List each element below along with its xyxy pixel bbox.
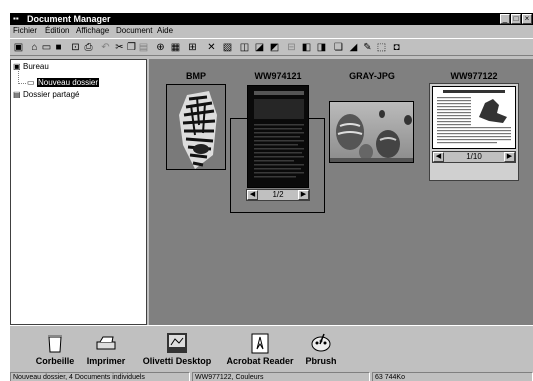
application-dock: Corbeille Imprimer Olivetti Desktop Acro… [10,325,533,372]
dock-pbrush[interactable]: Pbrush [301,326,341,373]
next-page-button[interactable]: ▶ [504,152,515,162]
copy-icon[interactable]: ❐ [126,42,137,53]
status-folder-info: Nouveau dossier, 4 Documents individuels [10,372,190,381]
document-manager-window: ▪▪ Document Manager _ □ × Fichier Éditio… [10,13,533,381]
shared-folder-icon: ▤ [13,90,21,99]
window-title: Document Manager [27,14,111,24]
toolbar: ▣ ⌂ ▭ ■ ⊡ ⎙ ↶ ✂ ❐ ▤ ⊕ ▦ ⊞ ✕ ▧ ◫ ◪ ◩ ⊟ ◧ … [10,38,533,56]
print-icon[interactable]: ⎙ [83,42,94,53]
page-navigator: ◀ 1/10 ▶ [432,151,516,163]
dock-corbeille[interactable]: Corbeille [30,326,80,373]
maximize-button[interactable]: □ [511,14,521,24]
dock-imprimer[interactable]: Imprimer [83,326,129,373]
properties-icon[interactable]: ▧ [222,42,233,53]
stamp-icon[interactable]: ⬚ [376,42,387,53]
document-gray-jpg[interactable]: GRAY-JPG [327,71,417,171]
dock-label: Corbeille [35,356,75,366]
dock-acrobat-reader[interactable]: Acrobat Reader [222,326,298,373]
minimize-button[interactable]: _ [500,14,510,24]
view-grid-icon[interactable]: ⊞ [187,42,198,53]
document-ww977122[interactable]: WW977122 ◀ 1/10 ▶ [428,71,520,186]
tree-item-dossier-partage[interactable]: ▤ Dossier partagé [13,90,79,100]
menu-edition[interactable]: Édition [45,25,69,37]
document-ww974121[interactable]: WW974121 ◀ 1/2 ▶ [238,71,318,211]
status-document-info: WW977122, Couleurs [192,372,370,381]
status-size: 63 744Ko [372,372,533,381]
delete-icon[interactable]: ✕ [206,42,217,53]
document-bmp[interactable]: BMP [164,71,228,186]
annotate-icon[interactable]: ◢ [348,42,359,53]
open-icon[interactable]: ⌂ [29,42,40,53]
page-indicator: 1/10 [466,152,482,161]
dock-label: Imprimer [86,356,126,366]
title-bar[interactable]: ▪▪ Document Manager _ □ × [10,13,533,25]
status-bar: Nouveau dossier, 4 Documents individuels… [10,372,533,381]
tree-item-label: Bureau [23,62,49,71]
page-prev-icon[interactable]: ◫ [239,42,250,53]
tree-item-label: Nouveau dossier [37,78,100,87]
scan-icon[interactable]: ⊡ [70,42,81,53]
view-list-icon[interactable]: ▦ [170,42,181,53]
page-next-icon[interactable]: ◪ [254,42,265,53]
page-merge-icon[interactable]: ◨ [316,42,327,53]
folder-tree[interactable]: ▣ Bureau ▭ Nouveau dossier ▤ Dossier partag… [10,59,147,325]
page-split-icon[interactable]: ◧ [301,42,312,53]
page-copy-icon[interactable]: ❏ [333,42,344,53]
menu-affichage[interactable]: Affichage [76,25,109,37]
trash-icon [48,335,62,353]
menu-aide[interactable]: Aide [157,25,173,37]
page-rotate-icon[interactable]: ◩ [269,42,280,53]
tree-item-nouveau-dossier[interactable]: ▭ Nouveau dossier [27,78,100,88]
open-folder-icon[interactable]: ▭ [41,42,52,53]
text-page-thumbnail [432,86,516,149]
new-document-icon[interactable]: ▣ [13,42,24,53]
menu-document[interactable]: Document [116,25,152,37]
acrobat-icon [251,333,269,354]
prev-page-button[interactable]: ◀ [247,190,258,200]
undo-icon[interactable]: ↶ [100,42,111,53]
open-folder-icon: ▭ [27,78,35,87]
cut-icon[interactable]: ✂ [114,42,125,53]
desktop-icon: ▣ [13,62,21,71]
menu-bar: Fichier Édition Affichage Document Aide [10,25,533,37]
close-button[interactable]: × [522,14,532,24]
paste-icon[interactable]: ▤ [138,42,149,53]
document-name: WW977122 [450,71,498,81]
document-name: GRAY-JPG [349,71,395,81]
page-navigator: ◀ 1/2 ▶ [246,189,310,201]
page-indicator: 1/2 [272,190,284,199]
prev-page-button[interactable]: ◀ [433,152,444,162]
lock-icon[interactable]: ◘ [391,42,402,53]
tree-item-label: Dossier partagé [23,90,80,99]
save-icon[interactable]: ■ [53,42,64,53]
dock-label: Pbrush [305,356,337,366]
document-name: WW974121 [254,71,302,81]
dark-page-thumbnail [247,85,309,188]
document-name: BMP [186,71,206,81]
paintbrush-icon [311,333,331,352]
balloons-thumbnail [329,101,414,163]
dock-label: Olivetti Desktop [142,356,212,366]
menu-fichier[interactable]: Fichier [13,25,37,37]
page-insert-icon[interactable]: ⊟ [286,42,297,53]
document-frame: ◀ 1/10 ▶ [429,83,519,181]
next-page-button[interactable]: ▶ [298,190,309,200]
pen-icon[interactable]: ✎ [362,42,373,53]
dock-olivetti-desktop[interactable]: Olivetti Desktop [137,326,217,373]
app-icon: ▪▪ [13,14,19,23]
tree-connector [18,83,26,84]
dock-label: Acrobat Reader [226,356,294,366]
desktop-app-icon [167,333,187,353]
document-view[interactable]: BMP WW974121 ◀ 1/2 ▶ GRAY-JPG WW977122 ◀… [149,59,533,325]
tree-item-bureau[interactable]: ▣ Bureau [13,62,49,72]
zebra-thumbnail [166,84,226,170]
printer-icon [96,336,116,350]
zoom-icon[interactable]: ⊕ [155,42,166,53]
